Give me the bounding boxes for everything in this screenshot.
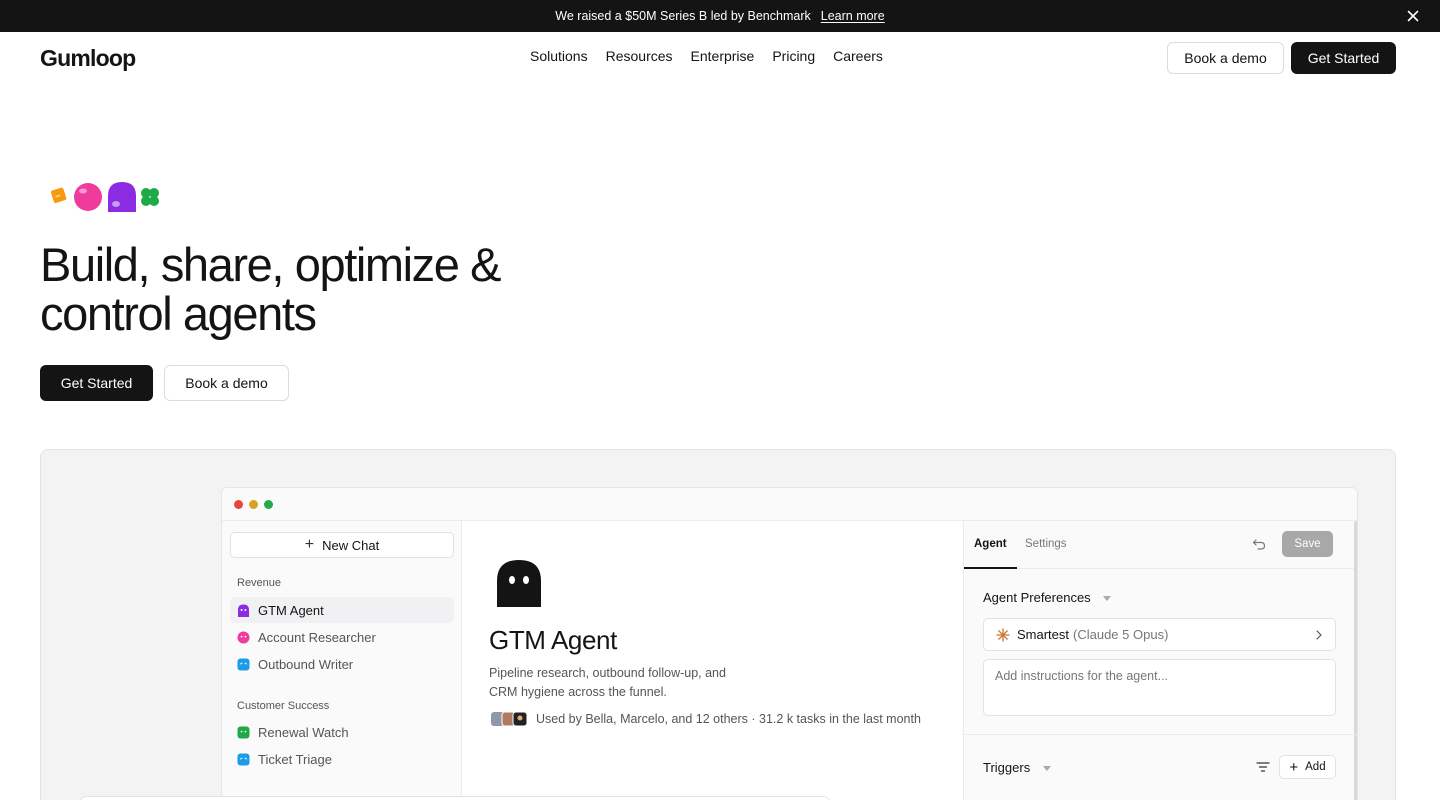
hero-title-line-2: control agents bbox=[40, 287, 317, 340]
chevron-down-icon bbox=[1103, 596, 1112, 602]
header-get-started-button[interactable]: Get Started bbox=[1291, 42, 1396, 74]
app-window: + New Chat Revenue GTM Agent Account Res… bbox=[221, 487, 1358, 800]
main-nav: Solutions Resources Enterprise Pricing C… bbox=[530, 48, 883, 64]
orange-tile-icon bbox=[50, 187, 67, 203]
header-book-demo-button[interactable]: Book a demo bbox=[1167, 42, 1284, 74]
site-header: Gumloop Solutions Resources Enterprise P… bbox=[0, 32, 1440, 84]
sidebar-item-gtm-agent[interactable]: GTM Agent bbox=[230, 597, 454, 623]
triggers-label: Triggers bbox=[983, 760, 1031, 775]
chat-input-bar[interactable] bbox=[79, 796, 831, 800]
claude-burst-icon bbox=[996, 627, 1010, 642]
learn-more-link[interactable]: Learn more bbox=[821, 9, 885, 23]
undo-icon[interactable] bbox=[1252, 537, 1266, 551]
sidebar-item-label: Ticket Triage bbox=[258, 751, 332, 767]
model-name: Smartest bbox=[1017, 627, 1070, 642]
sidebar-item-label: Renewal Watch bbox=[258, 724, 349, 740]
filter-icon[interactable] bbox=[1256, 761, 1270, 773]
section-divider bbox=[964, 734, 1357, 735]
new-chat-label: New Chat bbox=[322, 537, 380, 553]
agent-detail: GTM Agent Pipeline research, outbound fo… bbox=[462, 521, 963, 800]
tab-divider bbox=[964, 568, 1357, 569]
blue-square-icon bbox=[237, 658, 250, 670]
tab-settings[interactable]: Settings bbox=[1025, 538, 1067, 550]
nav-resources[interactable]: Resources bbox=[606, 48, 673, 64]
add-trigger-button[interactable]: + Add bbox=[1279, 755, 1336, 779]
model-selector[interactable]: Smartest (Claude 5 Opus) bbox=[983, 618, 1336, 651]
nav-pricing[interactable]: Pricing bbox=[772, 48, 815, 64]
triggers-header[interactable]: Triggers bbox=[983, 760, 1051, 775]
chevron-down-icon bbox=[1042, 766, 1051, 772]
tab-agent[interactable]: Agent bbox=[974, 538, 1007, 550]
model-detail: (Claude 5 Opus) bbox=[1073, 627, 1169, 642]
window-maximize-dot bbox=[264, 500, 273, 509]
plus-icon: + bbox=[1289, 758, 1299, 776]
hero-title: Build, share, optimize & control agents bbox=[40, 238, 502, 340]
close-icon[interactable] bbox=[1404, 7, 1422, 25]
agent-settings-panel: Agent Settings Save Agent Preferences Sm… bbox=[963, 521, 1357, 800]
agent-preferences-label: Agent Preferences bbox=[983, 590, 1091, 605]
green-clover-icon bbox=[141, 188, 159, 206]
agent-preferences-header[interactable]: Agent Preferences bbox=[983, 590, 1112, 605]
section-label-revenue: Revenue bbox=[237, 577, 282, 589]
chevron-right-icon bbox=[1316, 630, 1322, 640]
hero-book-demo-button[interactable]: Book a demo bbox=[164, 365, 289, 401]
product-showcase: + New Chat Revenue GTM Agent Account Res… bbox=[40, 449, 1396, 800]
sidebar-item-label: GTM Agent bbox=[258, 602, 324, 618]
sidebar-item-label: Account Researcher bbox=[258, 629, 376, 645]
window-titlebar bbox=[222, 488, 1357, 521]
agent-title: GTM Agent bbox=[489, 625, 617, 655]
sidebar-item-ticket-triage[interactable]: Ticket Triage bbox=[230, 746, 454, 772]
plus-icon: + bbox=[304, 536, 315, 553]
new-chat-button[interactable]: + New Chat bbox=[230, 532, 454, 558]
nav-enterprise[interactable]: Enterprise bbox=[691, 48, 755, 64]
sidebar-item-outbound-writer[interactable]: Outbound Writer bbox=[230, 651, 454, 677]
app-sidebar: + New Chat Revenue GTM Agent Account Res… bbox=[222, 521, 462, 800]
panel-scrollbar[interactable] bbox=[1354, 521, 1357, 800]
nav-solutions[interactable]: Solutions bbox=[530, 48, 588, 64]
hero-title-line-1: Build, share, optimize & bbox=[40, 238, 502, 291]
section-label-customer-success: Customer Success bbox=[237, 700, 330, 712]
add-label: Add bbox=[1305, 761, 1326, 773]
mascot-icons bbox=[50, 182, 159, 212]
gumloop-logo[interactable]: Gumloop bbox=[40, 45, 136, 72]
sidebar-item-label: Outbound Writer bbox=[258, 656, 354, 672]
hero-get-started-button[interactable]: Get Started bbox=[40, 365, 153, 401]
agent-description: Pipeline research, outbound follow-up, a… bbox=[489, 666, 726, 699]
agent-usage-stats: Used by Bella, Marcelo, and 12 others · … bbox=[536, 712, 921, 726]
announcement-bar: We raised a $50M Series B led by Benchma… bbox=[0, 0, 1440, 32]
sidebar-item-renewal-watch[interactable]: Renewal Watch bbox=[230, 719, 454, 745]
nav-careers[interactable]: Careers bbox=[833, 48, 883, 64]
purple-ghost-icon bbox=[108, 182, 136, 212]
purple-ghost-icon bbox=[238, 604, 249, 617]
pink-ball-icon bbox=[237, 631, 250, 643]
agent-instructions-input[interactable] bbox=[983, 659, 1336, 716]
window-close-dot bbox=[234, 500, 243, 509]
save-button[interactable]: Save bbox=[1282, 531, 1333, 557]
window-minimize-dot bbox=[249, 500, 258, 509]
announcement-text: We raised a $50M Series B led by Benchma… bbox=[555, 9, 811, 23]
agent-ghost-icon bbox=[497, 560, 541, 607]
sidebar-item-account-researcher[interactable]: Account Researcher bbox=[230, 624, 454, 650]
green-clover-icon bbox=[237, 726, 250, 738]
pink-ball-icon bbox=[74, 183, 102, 211]
blue-square-icon bbox=[237, 753, 250, 765]
active-tab-indicator bbox=[964, 567, 1017, 569]
